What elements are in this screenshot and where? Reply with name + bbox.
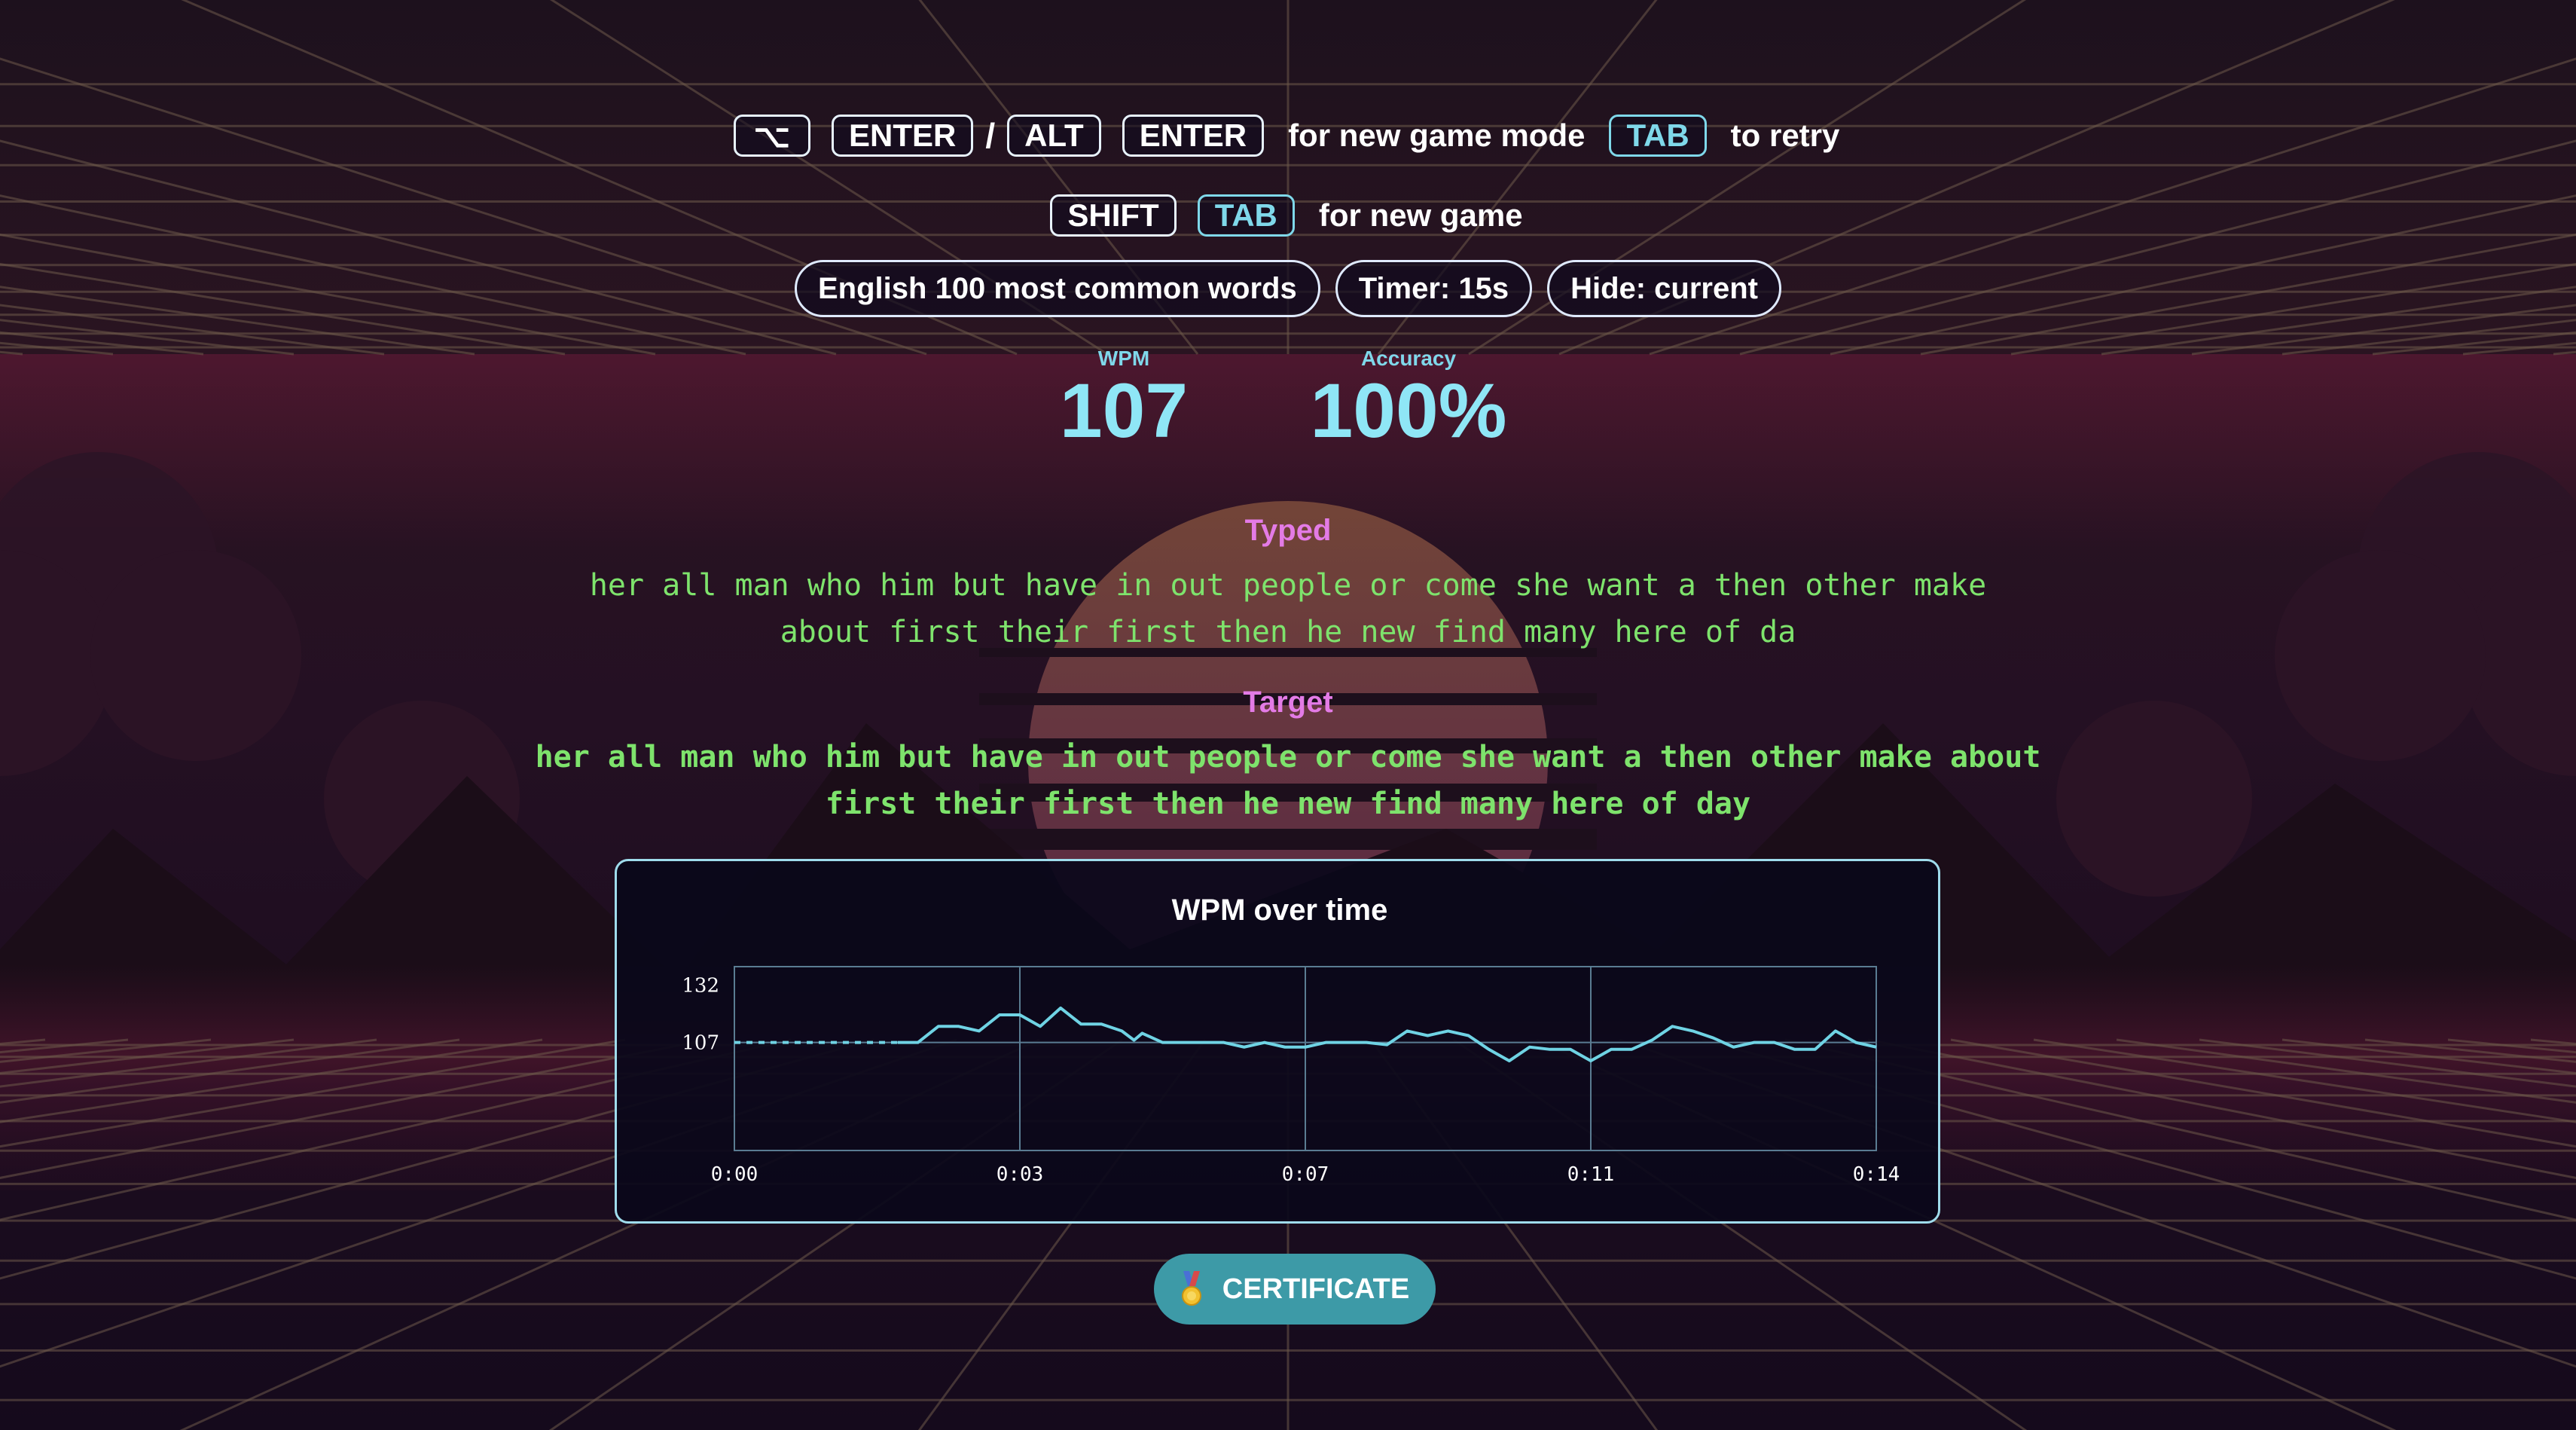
shortcut-row-new-game: SHIFT TAB for new game xyxy=(0,194,2576,237)
typed-line-1: her all man who him but have in out peop… xyxy=(589,568,1987,603)
accuracy-value: 100% xyxy=(1310,368,1507,454)
wpm-chart: WPM over time 0:00 0:03 0:07 0:11 0:14 132 107 xyxy=(682,894,1900,1186)
wpm-chart-panel: WPM over time 0:00 0:03 0:07 0:11 0:14 132 107 xyxy=(615,859,1940,1224)
timer-selector[interactable]: Timer: 15s xyxy=(1335,260,1533,317)
tab-key-new-game[interactable]: TAB xyxy=(1197,194,1295,237)
x-tick-label: 0:11 xyxy=(1567,1163,1615,1186)
certificate-label: CERTIFICATE xyxy=(1222,1273,1410,1305)
retry-hint: to retry xyxy=(1730,118,1840,153)
target-line-2: first their first then he new find many … xyxy=(825,787,1751,821)
option-key[interactable]: ⌥ xyxy=(733,115,811,157)
x-tick-label: 0:14 xyxy=(1853,1163,1900,1186)
shortcut-row-new-mode: ⌥ ENTER / ALT ENTER for new game mode TA… xyxy=(0,115,2576,157)
x-tick-label: 0:07 xyxy=(1282,1163,1329,1186)
target-text: her all man who him but have in out peop… xyxy=(527,734,2049,827)
x-tick-label: 0:00 xyxy=(711,1163,758,1186)
new-game-hint: for new game xyxy=(1318,197,1523,233)
settings-bar: English 100 most common words Timer: 15s… xyxy=(0,260,2576,317)
y-tick-label: 132 xyxy=(682,974,719,997)
accuracy-stat: Accuracy 100% xyxy=(1280,347,1537,451)
shift-key[interactable]: SHIFT xyxy=(1050,194,1177,237)
target-title: Target xyxy=(1243,686,1333,719)
tab-key-retry[interactable]: TAB xyxy=(1609,115,1707,157)
wpm-value: 107 xyxy=(1059,368,1189,454)
x-tick-label: 0:03 xyxy=(997,1163,1044,1186)
wpm-stat: WPM 107 xyxy=(1048,347,1199,451)
new-game-mode-hint: for new game mode xyxy=(1288,118,1586,153)
medal-icon xyxy=(1181,1271,1201,1306)
wpm-series-line xyxy=(897,1006,1877,1063)
typed-text: her all man who him but have in out peop… xyxy=(527,562,2049,655)
certificate-button[interactable]: CERTIFICATE xyxy=(1154,1254,1436,1325)
alt-key[interactable]: ALT xyxy=(1007,115,1101,157)
typed-title: Typed xyxy=(1244,514,1332,547)
typed-line-2: about first their first then he new find… xyxy=(780,615,1796,649)
shortcut-separator: / xyxy=(985,116,996,155)
language-selector[interactable]: English 100 most common words xyxy=(795,260,1320,317)
chart-title: WPM over time xyxy=(1172,894,1388,927)
target-line-1: her all man who him but have in out peop… xyxy=(535,740,2041,775)
enter-key-alt[interactable]: ENTER xyxy=(1122,115,1265,157)
y-tick-label: 107 xyxy=(682,1032,719,1055)
enter-key[interactable]: ENTER xyxy=(832,115,974,157)
hide-selector[interactable]: Hide: current xyxy=(1547,260,1781,317)
